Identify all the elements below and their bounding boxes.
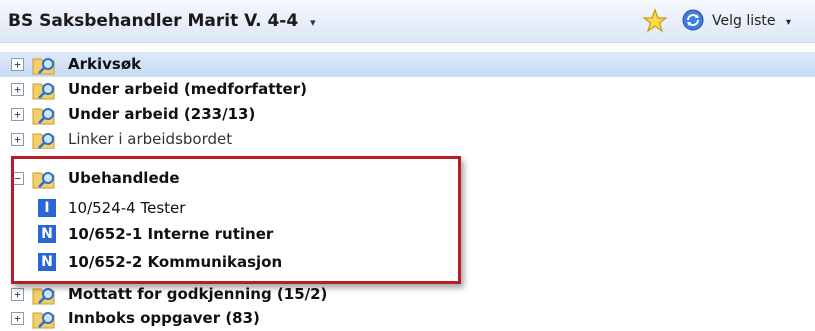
tree-item-linker[interactable]: + Linker i arbeidsbordet: [0, 127, 815, 149]
tree-item-ubehandlede[interactable]: − Ubehandlede: [0, 166, 815, 191]
case-type-badge: I: [38, 199, 56, 217]
expand-plus-icon[interactable]: +: [11, 133, 24, 146]
expand-plus-icon[interactable]: +: [11, 58, 24, 71]
search-folder-icon: [32, 172, 55, 189]
case-type-badge: N: [38, 253, 56, 271]
tree-item-mottatt[interactable]: + Mottatt for godkjenning (15/2): [0, 282, 815, 307]
list-title: BS Saksbehandler Marit V. 4-4: [8, 11, 299, 31]
tree-item-under-arbeid[interactable]: + Under arbeid (233/13): [0, 102, 815, 127]
refresh-icon[interactable]: [682, 9, 704, 31]
case-item-label: 10/652-2 Kommunikasjon: [68, 253, 283, 271]
list-header: BS Saksbehandler Marit V. 4-4 ▾ Velg lis…: [0, 0, 815, 43]
star-icon[interactable]: [642, 8, 668, 34]
tree-item-under-arbeid-medforfatter[interactable]: + Under arbeid (medforfatter): [0, 77, 815, 102]
tree-item-innboks-oppgaver[interactable]: + Innboks oppgaver (83): [0, 306, 815, 331]
collapse-minus-icon[interactable]: −: [11, 172, 24, 185]
tree-item-label: Innboks oppgaver (83): [68, 309, 260, 327]
expand-plus-icon[interactable]: +: [11, 312, 24, 325]
tree-item-label: Arkivsøk: [68, 55, 142, 73]
search-folder-icon: [32, 108, 55, 125]
tree-item-label: Mottatt for godkjenning (15/2): [68, 285, 328, 303]
chevron-down-icon: ▾: [785, 17, 791, 28]
search-folder-icon: [32, 58, 55, 75]
expand-plus-icon[interactable]: +: [11, 288, 24, 301]
tree-item-arkivsok[interactable]: + Arkivsøk: [0, 52, 815, 77]
velg-liste-dropdown[interactable]: Velg liste ▾: [712, 13, 791, 29]
case-type-badge: N: [38, 225, 56, 243]
tree-item-label: Linker i arbeidsbordet: [68, 130, 233, 148]
case-item-label: 10/524-4 Tester: [68, 199, 186, 217]
chevron-down-icon: ▾: [310, 16, 316, 29]
case-item-label: 10/652-1 Interne rutiner: [68, 225, 274, 243]
expand-plus-icon[interactable]: +: [11, 108, 24, 121]
case-item[interactable]: N 10/652-1 Interne rutiner: [38, 222, 638, 247]
search-folder-icon: [32, 312, 55, 329]
search-folder-icon: [32, 133, 55, 149]
case-item[interactable]: N 10/652-2 Kommunikasjon: [38, 250, 638, 275]
tree-item-label: Under arbeid (medforfatter): [68, 80, 307, 98]
search-folder-icon: [32, 83, 55, 100]
search-folder-icon: [32, 288, 55, 305]
case-item[interactable]: I 10/524-4 Tester: [38, 196, 638, 221]
expand-plus-icon[interactable]: +: [11, 83, 24, 96]
tree-item-label: Ubehandlede: [68, 169, 180, 187]
tree-item-label: Under arbeid (233/13): [68, 105, 256, 123]
list-title-dropdown[interactable]: BS Saksbehandler Marit V. 4-4 ▾: [8, 11, 316, 31]
velg-liste-label: Velg liste: [712, 13, 776, 29]
